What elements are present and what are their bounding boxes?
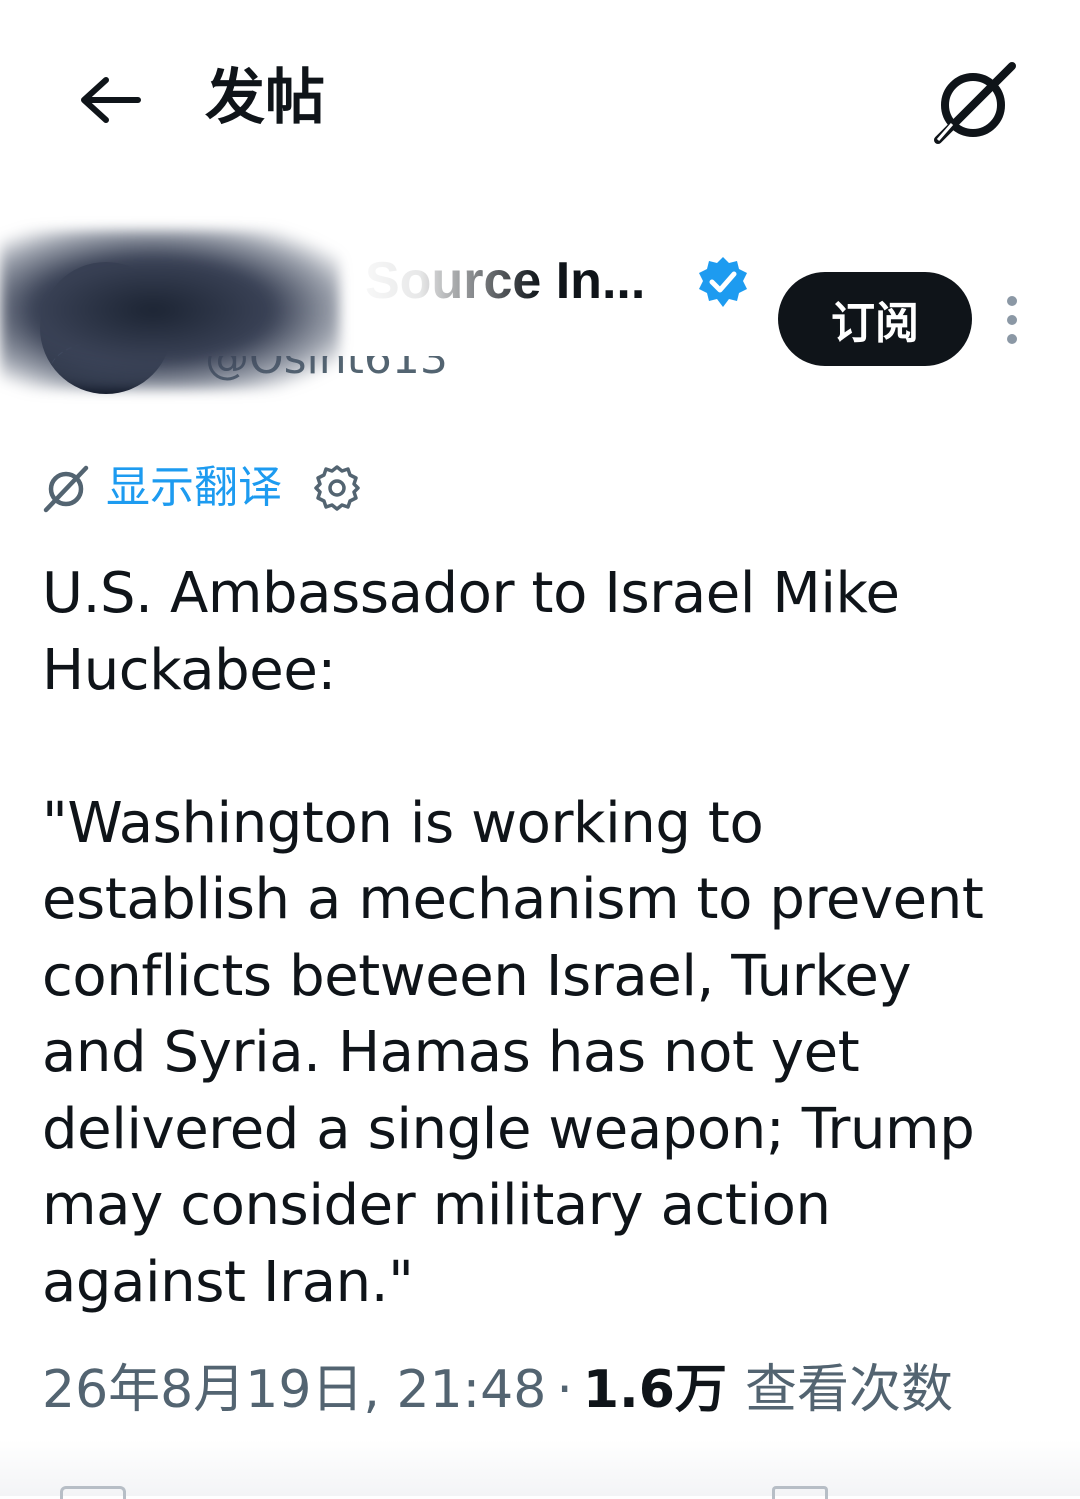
- grok-icon: [43, 465, 89, 513]
- grok-button[interactable]: [925, 55, 1020, 150]
- back-button[interactable]: [70, 60, 150, 140]
- translate-row: 显示翻译: [40, 458, 362, 518]
- verified-badge-icon: [699, 257, 747, 307]
- gear-icon[interactable]: [312, 463, 362, 513]
- arrow-left-icon: [81, 77, 141, 123]
- tweet-text: U.S. Ambassador to Israel Mike Huckabee:…: [42, 561, 984, 1315]
- tweet-timestamp[interactable]: 26年8月19日, 21:48: [42, 1352, 546, 1428]
- grok-icon: [933, 61, 1016, 144]
- more-options-button[interactable]: [990, 290, 1034, 350]
- views-label[interactable]: 查看次数: [745, 1352, 953, 1428]
- bookmark-icon[interactable]: [772, 1486, 828, 1499]
- top-bar: [0, 0, 1080, 200]
- page-title: 发帖: [205, 63, 325, 133]
- more-dot: [1007, 334, 1017, 344]
- views-count[interactable]: 1.6万: [583, 1352, 727, 1428]
- redaction-blur: [0, 230, 340, 390]
- reply-icon[interactable]: [60, 1486, 126, 1499]
- name-obscured-overlay: [340, 248, 540, 318]
- bottom-divider: [0, 1440, 1080, 1496]
- tweet-meta: 26年8月19日, 21:48 · 1.6万 查看次数: [42, 1352, 953, 1428]
- more-dot: [1007, 315, 1017, 325]
- meta-separator: ·: [556, 1360, 573, 1420]
- subscribe-button[interactable]: 订阅: [778, 272, 972, 366]
- more-vertical-icon: [1007, 296, 1017, 306]
- show-translation-link[interactable]: 显示翻译: [106, 460, 282, 516]
